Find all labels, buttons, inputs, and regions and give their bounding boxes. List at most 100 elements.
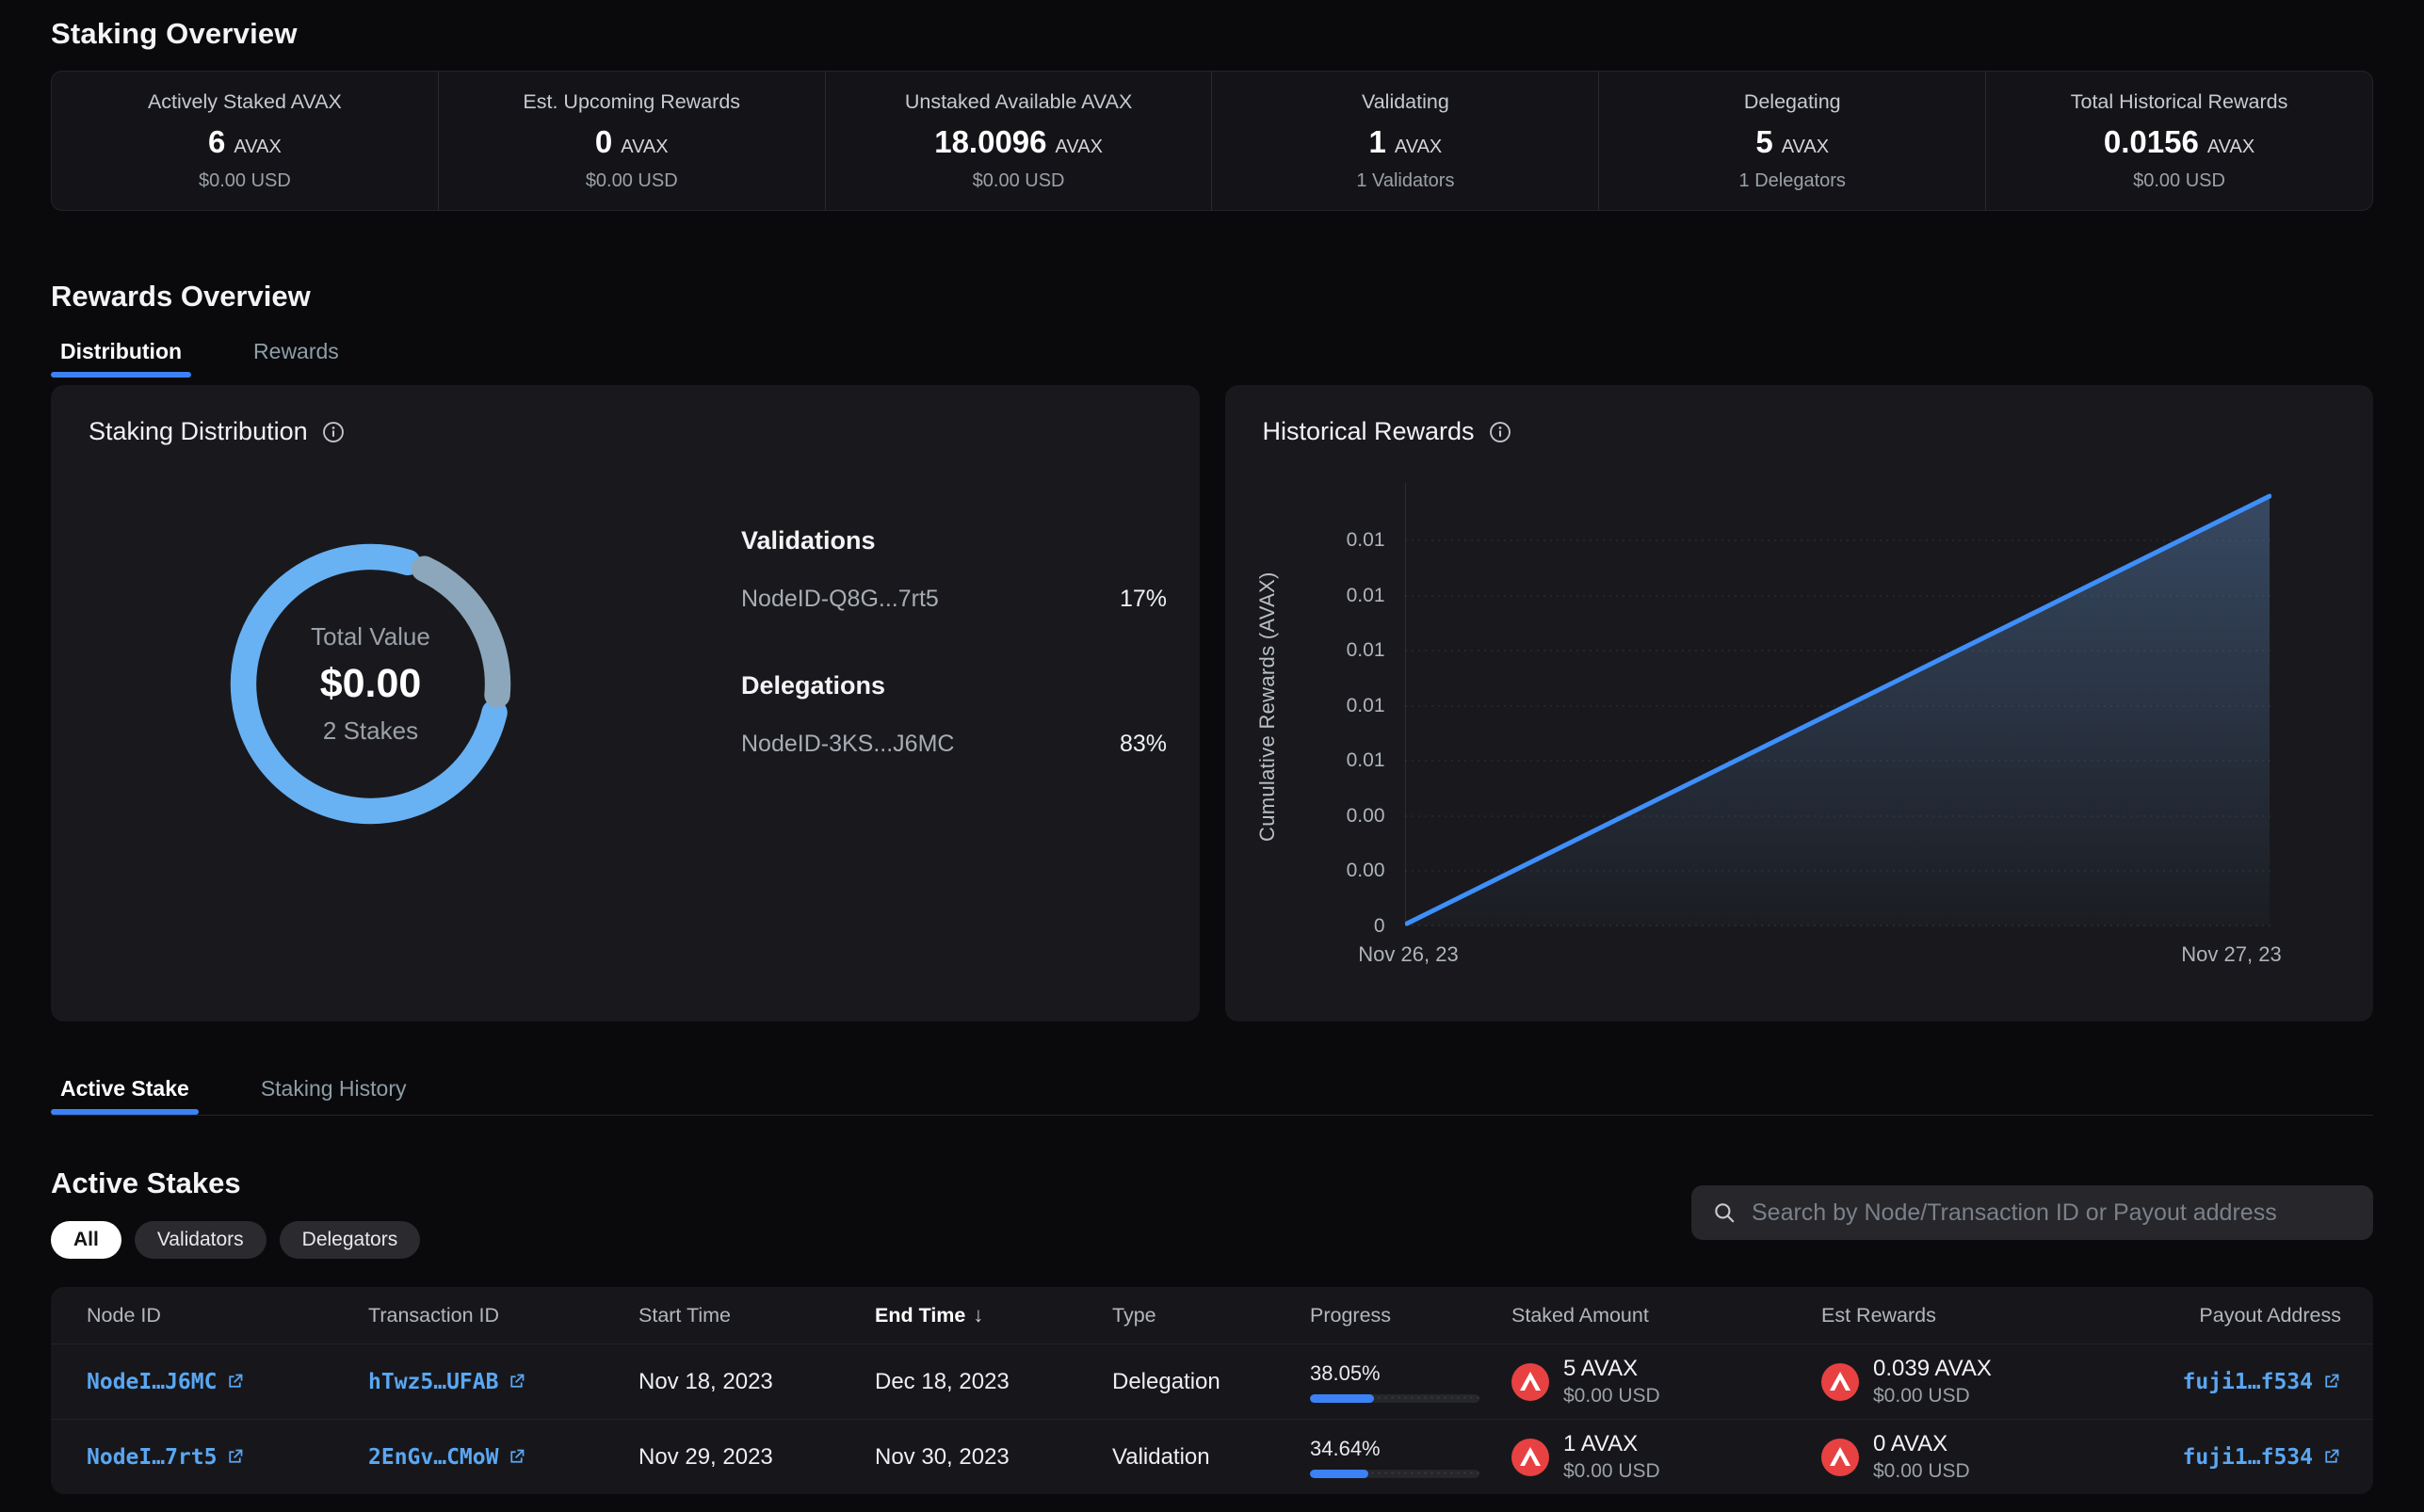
external-link-icon: [2321, 1447, 2341, 1467]
est-rewards-cell: 0 AVAX $0.00 USD: [1821, 1431, 2153, 1483]
stat-unit: AVAX: [2207, 137, 2254, 158]
progress-percent: 34.64%: [1310, 1437, 1511, 1461]
progress-cell: 34.64%: [1310, 1437, 1511, 1478]
node-id-text: NodeI…7rt5: [87, 1445, 217, 1470]
table-row: NodeI…J6MC hTwz5…UFAB Nov 18, 2023 Dec 1…: [51, 1343, 2373, 1419]
tab-staking-history[interactable]: Staking History: [251, 1076, 416, 1115]
stat-upcoming-rewards: Est. Upcoming Rewards 0AVAX $0.00 USD: [439, 72, 826, 210]
stat-value: 0.0156: [2104, 124, 2199, 160]
payout-address-link[interactable]: fuji1…f534: [2183, 1445, 2341, 1470]
tab-active-stake[interactable]: Active Stake: [51, 1076, 199, 1115]
stat-sub: $0.00 USD: [199, 170, 291, 192]
donut-center-value: $0.00: [320, 661, 422, 707]
page-title: Staking Overview: [51, 15, 2373, 53]
col-start-time[interactable]: Start Time: [638, 1304, 875, 1327]
validation-node-id: NodeID-Q8G...7rt5: [741, 586, 939, 613]
validations-heading: Validations: [741, 526, 1167, 555]
donut-center-label: Total Value: [311, 622, 430, 651]
node-id-link[interactable]: NodeI…7rt5: [87, 1445, 245, 1470]
node-id-link[interactable]: NodeI…J6MC: [87, 1370, 245, 1394]
stat-unit: AVAX: [234, 137, 281, 158]
y-tick: 0.01: [1347, 638, 1385, 663]
legend-row-validations: NodeID-Q8G...7rt5 17%: [741, 586, 1167, 613]
stake-filters: All Validators Delegators: [51, 1221, 420, 1259]
historical-rewards-title: Historical Rewards: [1263, 417, 1475, 446]
rewards-avax: 0 AVAX: [1873, 1431, 1970, 1457]
donut-center-sub: 2 Stakes: [323, 716, 418, 746]
external-link-icon: [225, 1447, 245, 1467]
y-tick: 0.01: [1347, 528, 1385, 553]
col-staked-amount[interactable]: Staked Amount: [1511, 1304, 1821, 1327]
payout-address-text: fuji1…f534: [2183, 1370, 2313, 1394]
start-time: Nov 18, 2023: [638, 1369, 875, 1395]
x-tick-end: Nov 27, 23: [2181, 942, 2281, 967]
stat-validating: Validating 1AVAX 1 Validators: [1212, 72, 1599, 210]
payout-address-link[interactable]: fuji1…f534: [2183, 1370, 2341, 1394]
stat-sub: $0.00 USD: [973, 170, 1065, 192]
active-stakes-table: Node ID Transaction ID Start Time End Ti…: [51, 1287, 2373, 1494]
progress-bar: [1310, 1394, 1479, 1403]
transaction-id-text: 2EnGv…CMoW: [368, 1445, 498, 1470]
info-icon[interactable]: [1488, 420, 1512, 444]
y-tick: 0.01: [1347, 748, 1385, 773]
stat-value: 0: [595, 124, 612, 160]
delegations-heading: Delegations: [741, 671, 1167, 700]
col-end-time-label: End Time: [875, 1304, 965, 1327]
table-header: Node ID Transaction ID Start Time End Ti…: [51, 1287, 2373, 1343]
distribution-legend: Validations NodeID-Q8G...7rt5 17% Delega…: [741, 526, 1167, 758]
staked-avax: 1 AVAX: [1563, 1431, 1660, 1457]
staking-distribution-donut: Total Value $0.00 2 Stakes: [213, 526, 528, 842]
search-icon: [1712, 1200, 1737, 1225]
active-stakes-title: Active Stakes: [51, 1166, 420, 1200]
staking-overview-stats: Actively Staked AVAX 6AVAX $0.00 USD Est…: [51, 71, 2373, 211]
staking-dashboard: Staking Overview Actively Staked AVAX 6A…: [0, 0, 2424, 1512]
filter-delegators[interactable]: Delegators: [280, 1221, 421, 1259]
info-icon[interactable]: [321, 420, 346, 444]
staked-avax: 5 AVAX: [1563, 1356, 1660, 1382]
tab-distribution[interactable]: Distribution: [51, 339, 191, 378]
avax-token-icon: [1511, 1439, 1549, 1476]
filter-validators[interactable]: Validators: [135, 1221, 267, 1259]
validation-pct: 17%: [1120, 586, 1167, 613]
y-axis-ticks: 0.01 0.01 0.01 0.01 0.01 0.00 0.00 0: [1291, 483, 1385, 930]
col-end-time[interactable]: End Time ↓: [875, 1303, 1112, 1327]
staking-distribution-card: Staking Distribution Total Value $0.00 2…: [51, 385, 1200, 1021]
stat-unit: AVAX: [1395, 137, 1442, 158]
historical-rewards-card: Historical Rewards Cumulative Rewards (A…: [1225, 385, 2374, 1021]
filter-all[interactable]: All: [51, 1221, 121, 1259]
stat-sub: $0.00 USD: [2133, 170, 2225, 192]
y-tick: 0.00: [1347, 804, 1385, 828]
stat-unit: AVAX: [1056, 137, 1103, 158]
col-payout-address[interactable]: Payout Address: [2153, 1304, 2341, 1327]
avax-token-icon: [1821, 1439, 1859, 1476]
staked-usd: $0.00 USD: [1563, 1385, 1660, 1407]
search-box: [1691, 1185, 2373, 1240]
transaction-id-text: hTwz5…UFAB: [368, 1370, 498, 1394]
col-node-id[interactable]: Node ID: [87, 1304, 368, 1327]
progress-cell: 38.05%: [1310, 1361, 1511, 1403]
stat-sub: $0.00 USD: [586, 170, 678, 192]
stat-label: Unstaked Available AVAX: [905, 90, 1132, 114]
col-est-rewards[interactable]: Est Rewards: [1821, 1304, 2153, 1327]
stat-unstaked-available: Unstaked Available AVAX 18.0096 AVAX $0.0…: [826, 72, 1213, 210]
y-tick: 0.00: [1347, 859, 1385, 883]
col-type[interactable]: Type: [1112, 1304, 1310, 1327]
rewards-usd: $0.00 USD: [1873, 1385, 1992, 1407]
historical-rewards-chart[interactable]: [1405, 483, 2271, 930]
transaction-id-link[interactable]: 2EnGv…CMoW: [368, 1445, 526, 1470]
external-link-icon: [507, 1447, 526, 1467]
stat-delegating: Delegating 5AVAX 1 Delegators: [1599, 72, 1986, 210]
col-transaction-id[interactable]: Transaction ID: [368, 1304, 638, 1327]
stat-sub: 1 Validators: [1356, 170, 1454, 192]
stat-sub: 1 Delegators: [1739, 170, 1846, 192]
stat-value: 18.0096: [934, 124, 1046, 160]
payout-address-text: fuji1…f534: [2183, 1445, 2313, 1470]
external-link-icon: [225, 1372, 245, 1391]
stat-value: 1: [1369, 124, 1386, 160]
search-input[interactable]: [1752, 1199, 2352, 1227]
stake-type: Validation: [1112, 1444, 1310, 1471]
col-progress[interactable]: Progress: [1310, 1304, 1511, 1327]
transaction-id-link[interactable]: hTwz5…UFAB: [368, 1370, 526, 1394]
staked-usd: $0.00 USD: [1563, 1460, 1660, 1483]
tab-rewards[interactable]: Rewards: [244, 339, 348, 378]
